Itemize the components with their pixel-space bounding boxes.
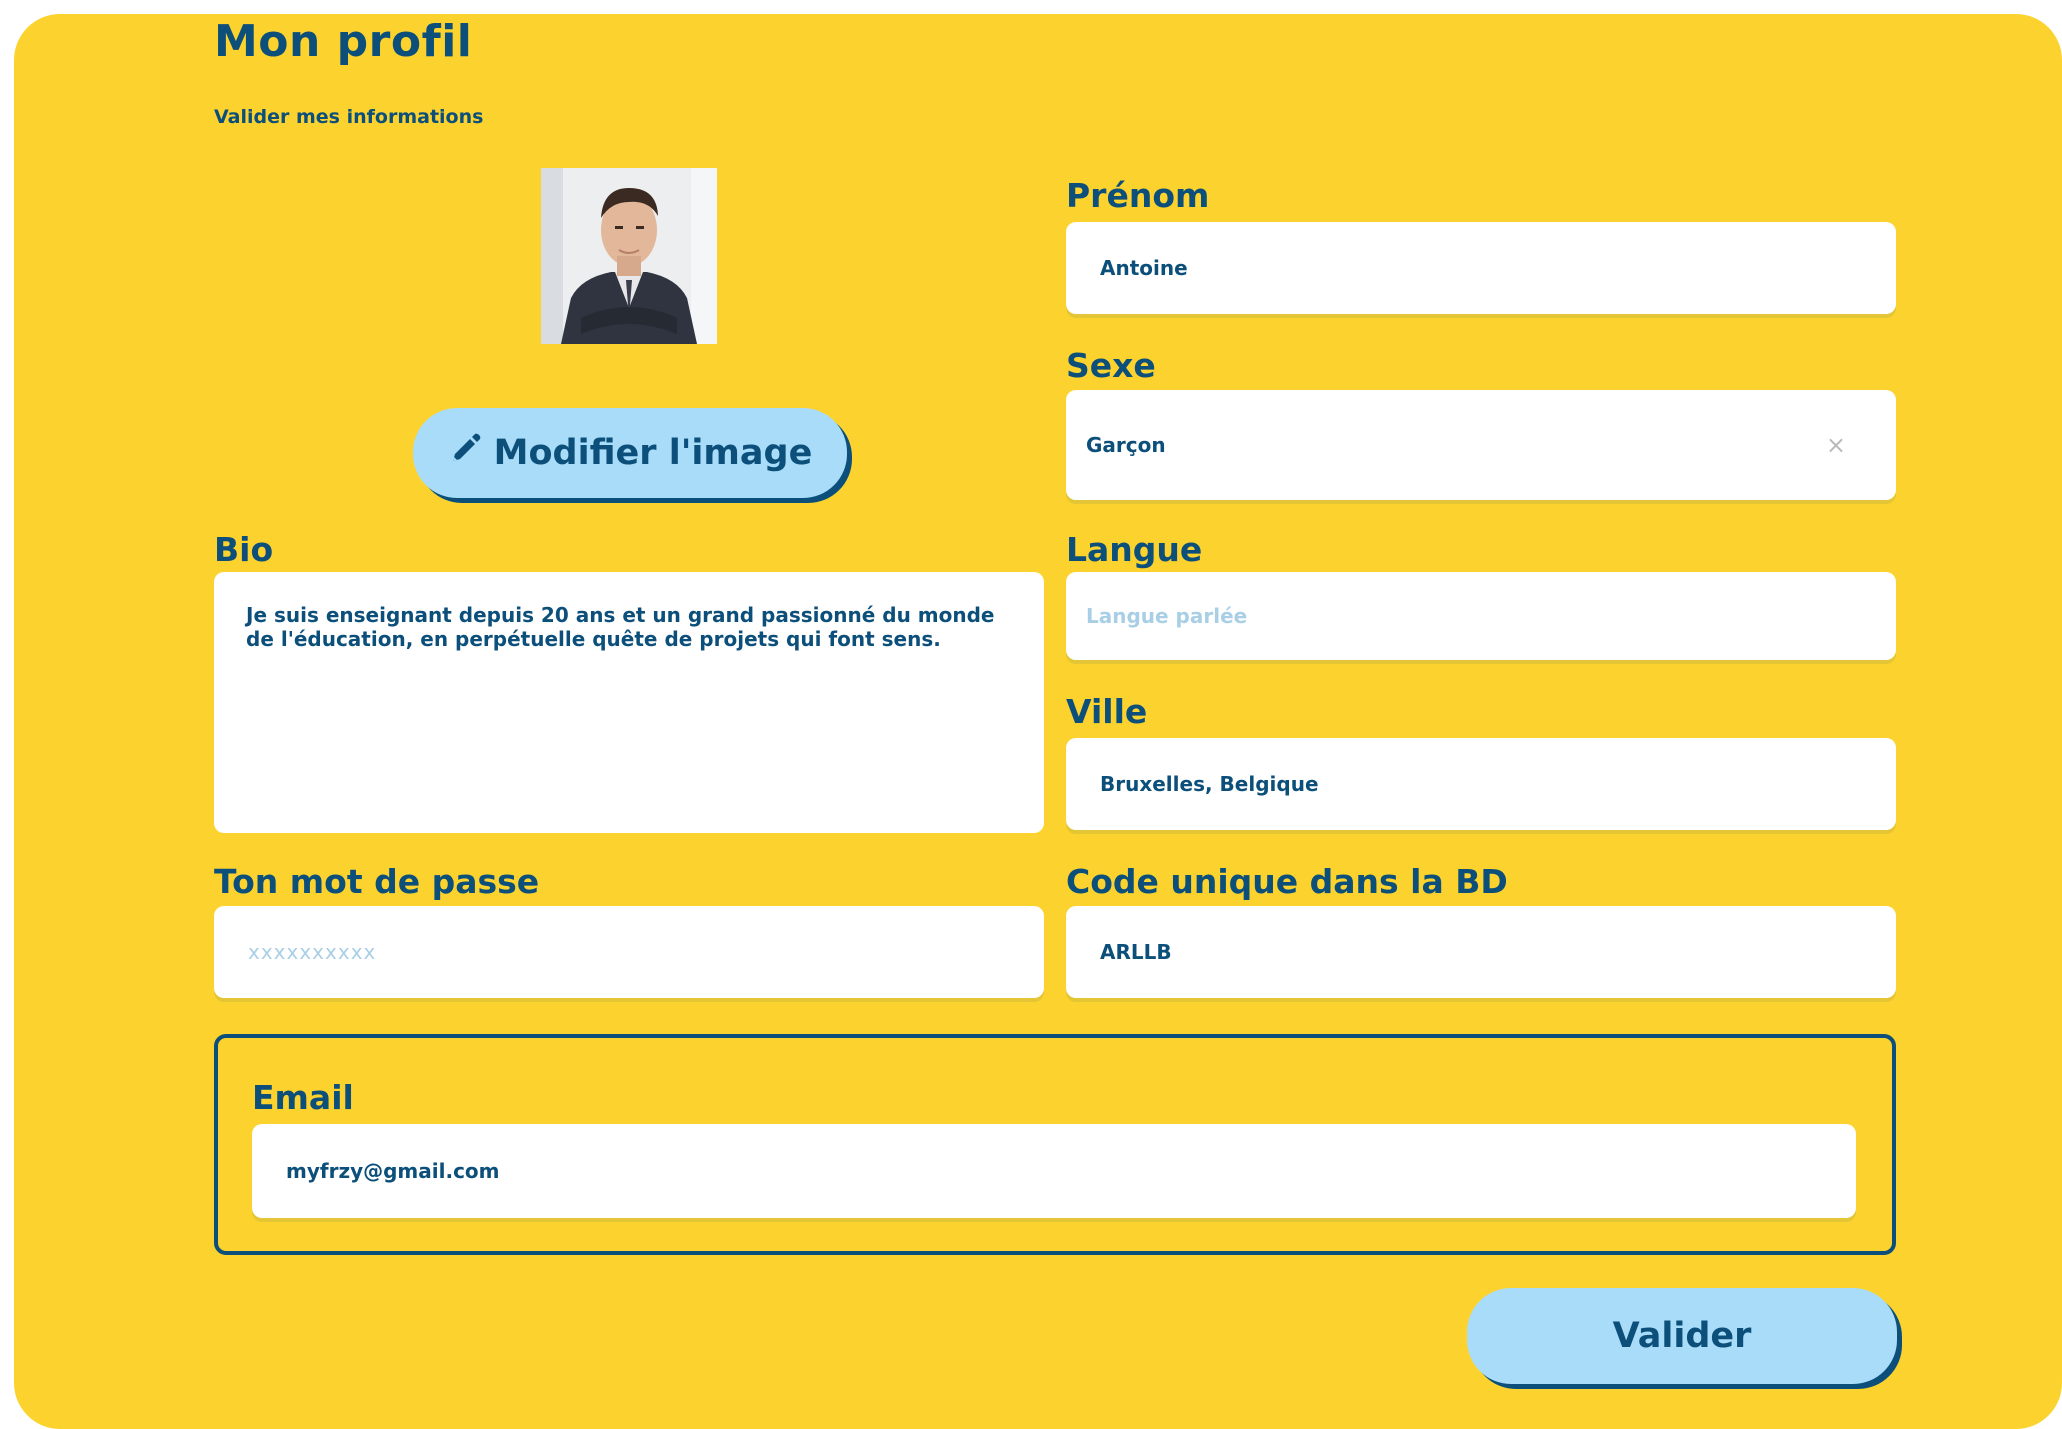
avatar-image — [541, 168, 717, 344]
submit-label: Valider — [1612, 1316, 1752, 1356]
ville-value: Bruxelles, Belgique — [1100, 772, 1319, 796]
password-input[interactable]: xxxxxxxxxx — [214, 906, 1044, 998]
code-value: ARLLB — [1100, 940, 1172, 964]
bio-textarea[interactable]: Je suis enseignant depuis 20 ans et un g… — [214, 572, 1044, 833]
langue-input[interactable]: Langue parlée — [1066, 572, 1896, 660]
page-subtitle: Valider mes informations — [214, 106, 484, 128]
sexe-value: Garçon — [1086, 433, 1166, 457]
submit-button[interactable]: Valider — [1467, 1288, 1897, 1384]
langue-placeholder: Langue parlée — [1086, 604, 1248, 628]
sexe-label: Sexe — [1066, 346, 1156, 385]
email-value: myfrzy@gmail.com — [286, 1159, 500, 1183]
langue-label: Langue — [1066, 530, 1203, 569]
modify-image-label: Modifier l'image — [493, 433, 813, 473]
modify-image-button[interactable]: Modifier l'image — [413, 408, 847, 498]
bio-label: Bio — [214, 530, 274, 569]
ville-label: Ville — [1066, 692, 1148, 731]
avatar — [541, 168, 717, 344]
prenom-value: Antoine — [1100, 256, 1188, 280]
clear-icon[interactable]: × — [1826, 431, 1846, 459]
prenom-input[interactable]: Antoine — [1066, 222, 1896, 314]
email-input[interactable]: myfrzy@gmail.com — [252, 1124, 1856, 1218]
sexe-select[interactable]: Garçon × — [1066, 390, 1896, 500]
ville-input[interactable]: Bruxelles, Belgique — [1066, 738, 1896, 830]
code-label: Code unique dans la BD — [1066, 862, 1508, 901]
password-label: Ton mot de passe — [214, 862, 540, 901]
code-input[interactable]: ARLLB — [1066, 906, 1896, 998]
email-label: Email — [252, 1078, 354, 1117]
password-placeholder: xxxxxxxxxx — [248, 940, 377, 964]
page-title: Mon profil — [214, 16, 473, 67]
prenom-label: Prénom — [1066, 176, 1210, 215]
pencil-icon — [448, 432, 482, 475]
bio-value: Je suis enseignant depuis 20 ans et un g… — [246, 603, 995, 651]
